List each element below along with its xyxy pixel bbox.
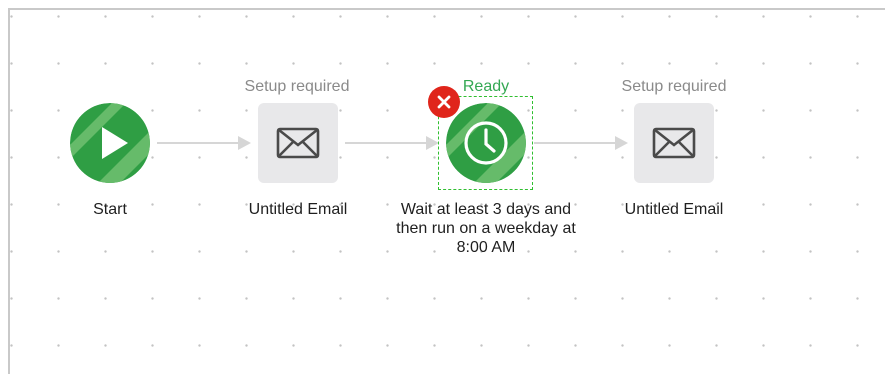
connector-wait-to-email [534, 136, 628, 150]
envelope-icon [652, 127, 696, 159]
connector-email-to-wait [345, 136, 439, 150]
email-2-status: Setup required [621, 78, 727, 95]
clock-icon [446, 103, 526, 183]
play-icon [70, 103, 150, 183]
start-node-label: Start [93, 201, 127, 218]
wait-node[interactable] [446, 103, 526, 183]
start-node[interactable] [70, 103, 150, 183]
email-1-status: Setup required [244, 78, 350, 95]
email-1-label: Untitled Email [248, 201, 348, 218]
envelope-icon [276, 127, 320, 159]
delete-node-button[interactable] [428, 86, 460, 118]
canvas-border-left [8, 8, 10, 374]
connector-start-to-email [157, 136, 251, 150]
email-2-node[interactable] [634, 103, 714, 183]
arrowhead-icon [615, 136, 628, 150]
wait-node-label: Wait at least 3 days and then run on a w… [396, 201, 576, 256]
close-icon [437, 95, 451, 109]
canvas-border-top [8, 8, 885, 10]
workflow-canvas[interactable]: Start Setup required Untitled Email Read… [0, 0, 885, 374]
email-2-label: Untitled Email [624, 201, 724, 218]
email-1-node[interactable] [258, 103, 338, 183]
canvas-dot-grid [10, 10, 885, 374]
arrowhead-icon [238, 136, 251, 150]
